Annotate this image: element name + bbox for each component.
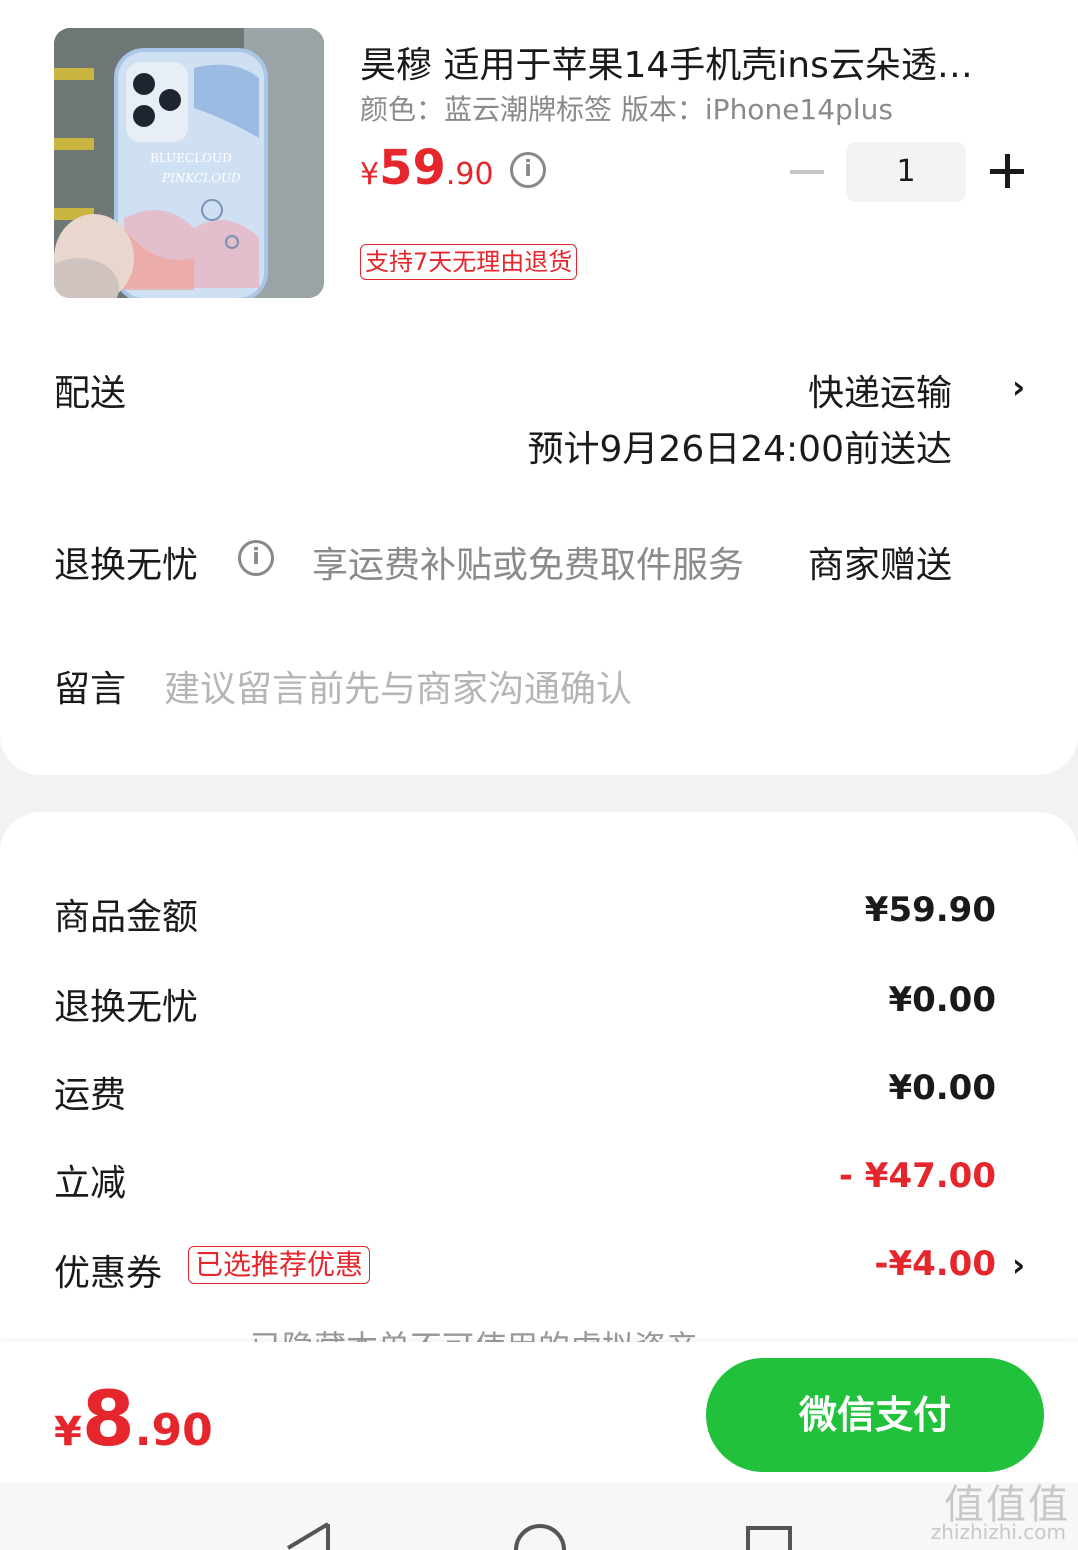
- delivery-eta: 预计9月26日24:00前送达: [527, 429, 952, 470]
- phone-case-photo: BLUECLOUD PINKCLOUD: [54, 28, 324, 298]
- message-input[interactable]: 建议留言前先与商家沟通确认: [164, 660, 632, 712]
- summary-value-shipping: ¥0.00: [888, 1068, 996, 1108]
- summary-label-shipping: 运费: [54, 1075, 127, 1116]
- total-integer: 8: [81, 1374, 135, 1463]
- recents-nav-icon[interactable]: [744, 1524, 794, 1550]
- quantity-minus-button[interactable]: [790, 170, 824, 174]
- price-integer: 59: [379, 140, 446, 196]
- order-options-card: BLUECLOUD PINKCLOUD 昊穆 适用于苹果14手机壳ins云朵透……: [0, 0, 1078, 775]
- product-spec[interactable]: 颜色：蓝云潮牌标签 版本：iPhone14plus: [360, 88, 893, 128]
- summary-value-return: ¥0.00: [888, 980, 996, 1020]
- thumb-text-pinkcloud: PINKCLOUD: [161, 171, 241, 185]
- message-label: 留言: [54, 669, 127, 710]
- return-policy-badge: 支持7天无理由退货: [360, 244, 578, 280]
- system-nav-bar: [0, 1482, 1078, 1550]
- wechat-pay-button[interactable]: 微信支付: [706, 1358, 1044, 1472]
- price-decimal: .90: [445, 157, 494, 192]
- quantity-plus-button[interactable]: [990, 154, 1024, 190]
- product-title[interactable]: 昊穆 适用于苹果14手机壳ins云朵透…: [360, 36, 973, 88]
- total-currency: ¥: [54, 1409, 82, 1455]
- back-nav-icon[interactable]: [280, 1522, 336, 1550]
- total-decimal: .90: [134, 1405, 213, 1456]
- total-price: ¥8.90: [54, 1374, 213, 1463]
- price-currency: ¥: [360, 157, 380, 192]
- thumb-text-bluecloud: BLUECLOUD: [150, 151, 232, 165]
- product-thumbnail[interactable]: BLUECLOUD PINKCLOUD: [54, 28, 324, 298]
- price-info-icon[interactable]: i: [510, 152, 546, 188]
- coupon-chevron-right-icon[interactable]: ›: [1012, 1246, 1025, 1284]
- summary-value-coupon[interactable]: -¥4.00: [874, 1244, 996, 1284]
- delivery-method[interactable]: 快递运输: [808, 364, 952, 416]
- return-service-value: 商家赠送: [807, 545, 952, 586]
- coupon-badge[interactable]: 已选推荐优惠: [188, 1246, 371, 1284]
- home-nav-icon[interactable]: [512, 1522, 568, 1550]
- chevron-right-icon[interactable]: ›: [1012, 368, 1025, 406]
- summary-label-return: 退换无忧: [54, 987, 199, 1028]
- delivery-label: 配送: [54, 373, 127, 414]
- quantity-input[interactable]: 1: [846, 142, 966, 202]
- return-service-label: 退换无忧: [54, 545, 199, 586]
- summary-value-discount: - ¥47.00: [838, 1156, 996, 1196]
- watermark-site: zhizhizhi.com: [930, 1520, 1066, 1544]
- price-summary-card: 商品金额 ¥59.90 退换无忧 ¥0.00 运费 ¥0.00 立减 - ¥47…: [0, 812, 1078, 1352]
- return-info-icon[interactable]: i: [238, 540, 274, 576]
- summary-label-goods: 商品金额: [54, 897, 199, 938]
- summary-label-coupon: 优惠券: [54, 1253, 163, 1294]
- return-service-desc: 享运费补贴或免费取件服务: [312, 545, 745, 586]
- product-price: ¥59.90: [360, 140, 494, 196]
- summary-label-discount: 立减: [54, 1163, 127, 1204]
- summary-value-goods: ¥59.90: [864, 890, 996, 930]
